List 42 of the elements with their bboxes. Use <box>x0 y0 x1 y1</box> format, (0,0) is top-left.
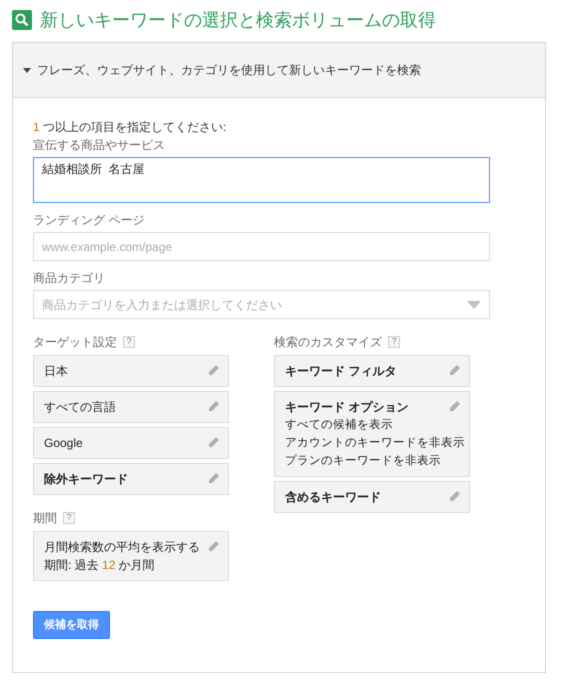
search-icon <box>12 10 32 30</box>
pencil-icon[interactable] <box>207 436 220 449</box>
setting-card[interactable]: 月間検索数の平均を表示する 期間: 過去 12 か月間 <box>33 531 229 581</box>
caret-icon <box>467 300 481 308</box>
caret-icon <box>23 68 31 72</box>
setting-card[interactable]: キーワード フィルタ <box>274 355 470 387</box>
setting-card[interactable]: 含めるキーワード <box>274 481 470 513</box>
setting-card[interactable]: 除外キーワード <box>33 463 229 495</box>
field-label: 商品カテゴリ <box>33 270 106 287</box>
period-text: 期間: 過去 12 か月間 <box>44 557 156 574</box>
field-label: 宣伝する商品やサービス <box>33 137 166 154</box>
card-title: すべての言語 <box>44 399 116 416</box>
instruction-text: 1 つ以上の項目を指定してください: <box>33 119 228 136</box>
card-title: 日本 <box>44 363 68 380</box>
group-heading: ターゲット設定 <box>33 334 117 351</box>
field-label: ランディング ページ <box>33 212 146 229</box>
setting-card[interactable]: Google <box>33 427 229 459</box>
pencil-icon[interactable] <box>448 400 461 413</box>
card-title: キーワード オプション <box>285 399 408 416</box>
pencil-icon[interactable] <box>448 364 461 377</box>
pencil-icon[interactable] <box>207 400 220 413</box>
card-title: 除外キーワード <box>44 471 128 488</box>
pencil-icon[interactable] <box>207 540 220 553</box>
pencil-icon[interactable] <box>448 490 461 503</box>
page-title: 新しいキーワードの選択と検索ボリュームの取得 <box>40 9 436 32</box>
setting-card[interactable]: キーワード オプション すべての候補を表示 アカウントのキーワードを非表示 プランのキーワードを非表示 <box>274 391 470 477</box>
section-header[interactable]: フレーズ、ウェブサイト、カテゴリを使用して新しいキーワードを検索 <box>13 43 545 98</box>
group-heading: 検索のカスタマイズ <box>274 334 382 351</box>
pencil-icon[interactable] <box>207 472 220 485</box>
group-heading: 期間 <box>33 510 57 527</box>
setting-card[interactable]: 日本 <box>33 355 229 387</box>
card-line: すべての候補を表示 <box>285 418 393 433</box>
card-line: アカウントのキーワードを非表示 <box>285 436 465 451</box>
card-title: 含めるキーワード <box>285 489 381 506</box>
card-title: Google <box>44 435 83 452</box>
card-title: キーワード フィルタ <box>285 363 396 380</box>
card-title: 月間検索数の平均を表示する <box>44 539 200 556</box>
pencil-icon[interactable] <box>207 364 220 377</box>
input-field[interactable]: www.example.com/page <box>33 232 490 261</box>
setting-card[interactable]: すべての言語 <box>33 391 229 423</box>
card-line: プランのキーワードを非表示 <box>285 453 441 469</box>
input-field[interactable]: 結婚相談所 名古屋 <box>33 157 490 203</box>
